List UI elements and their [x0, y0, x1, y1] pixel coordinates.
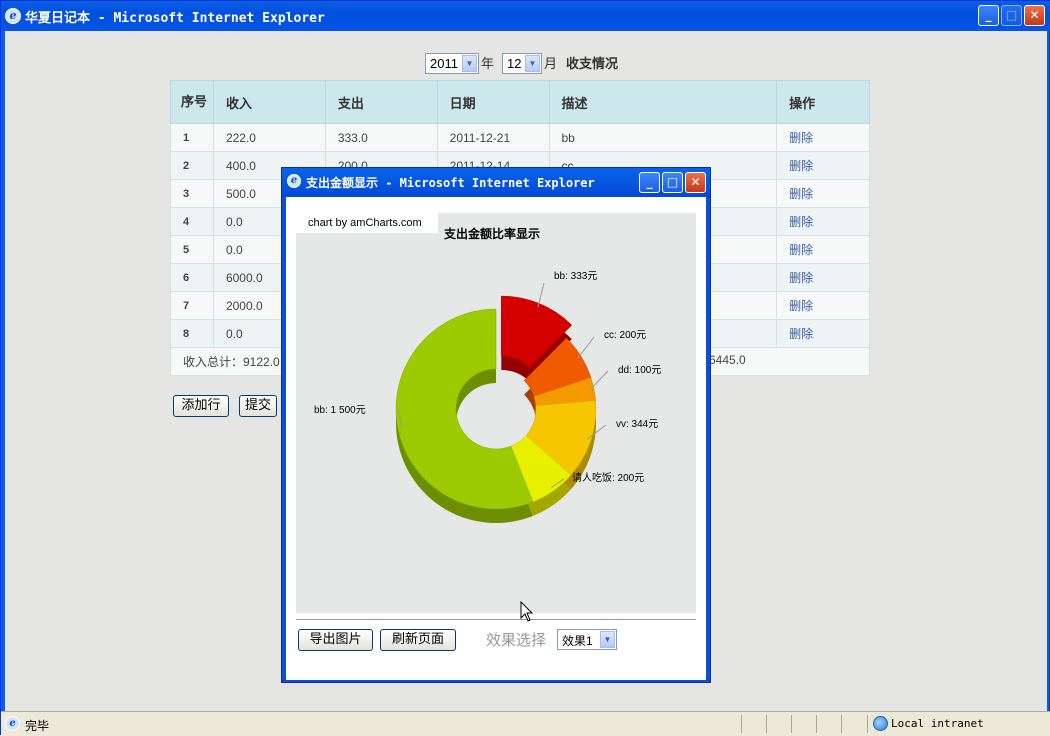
table-cell-date: 2011-12-21: [436, 123, 550, 152]
table-cell-income: 222.0: [212, 123, 326, 152]
popup-title-bar: e 支出金额显示 - Microsoft Internet Explorer _…: [282, 168, 710, 197]
submit-button[interactable]: 提交: [239, 395, 277, 417]
close-button[interactable]: ✕: [1024, 5, 1045, 26]
year-value: 2011: [430, 56, 458, 71]
status-separator: [867, 715, 868, 733]
table-cell-action: 删除: [776, 319, 870, 348]
pie-slice-label: cc: 200元: [604, 330, 646, 341]
browser-window: e 华夏日记本 - Microsoft Internet Explorer _ …: [0, 0, 1050, 736]
page-icon: e: [5, 716, 20, 731]
table-cell-action: 删除: [776, 151, 870, 180]
table-row: 1 222.0 333.0 2011-12-21 bb 删除: [170, 123, 870, 152]
table-cell-no: 8: [170, 319, 214, 348]
pie-slice-label: vv: 344元: [616, 419, 658, 430]
effect-value: 效果1: [562, 634, 593, 648]
delete-link[interactable]: 删除: [789, 299, 813, 313]
delete-link[interactable]: 删除: [789, 271, 813, 285]
popup-maximize-button[interactable]: □: [662, 172, 683, 193]
month-select[interactable]: 12 ▼: [502, 53, 542, 74]
column-header: 序号: [170, 80, 214, 124]
popup-title: 支出金额显示 - Microsoft Internet Explorer: [306, 176, 595, 190]
status-separator: [741, 715, 742, 733]
table-cell-no: 1: [170, 123, 214, 152]
table-cell-no: 3: [170, 179, 214, 208]
year-select[interactable]: 2011 ▼: [425, 53, 479, 74]
title-bar: e 华夏日记本 - Microsoft Internet Explorer _ …: [1, 1, 1050, 31]
table-cell-action: 删除: [776, 207, 870, 236]
table-cell-no: 5: [170, 235, 214, 264]
popup-body: chart by amCharts.com 支出金额比率显示 bb: 333元 c…: [286, 197, 706, 680]
table-cell-action: 删除: [776, 263, 870, 292]
effect-label: 效果选择: [486, 631, 547, 649]
popup-minimize-button[interactable]: _: [639, 172, 660, 193]
table-cell-no: 2: [170, 151, 214, 180]
status-separator: [841, 715, 842, 733]
chevron-down-icon: ▼: [462, 55, 477, 72]
pie-slice-label: bb: 333元: [554, 271, 597, 282]
divider: [296, 619, 696, 620]
delete-link[interactable]: 删除: [789, 243, 813, 257]
maximize-button[interactable]: □: [1001, 5, 1022, 26]
total-expense: 6445.0: [709, 353, 746, 367]
status-separator: [816, 715, 817, 733]
effect-select[interactable]: 效果1 ▼: [557, 629, 617, 650]
export-image-button[interactable]: 导出图片: [298, 629, 373, 651]
delete-link[interactable]: 删除: [789, 215, 813, 229]
ie-icon: e: [287, 174, 301, 188]
popup-close-button[interactable]: ✕: [685, 172, 706, 193]
add-row-button[interactable]: 添加行: [173, 395, 229, 417]
security-zone: Local intranet: [891, 717, 984, 730]
refresh-page-button[interactable]: 刷新页面: [380, 629, 456, 651]
chevron-down-icon: ▼: [600, 631, 615, 648]
delete-link[interactable]: 删除: [789, 327, 813, 341]
pie-slice-label: 请人吃饭: 200元: [572, 471, 644, 484]
mouse-cursor-icon: [520, 601, 534, 622]
column-header: 收入: [212, 80, 326, 124]
delete-link[interactable]: 删除: [789, 159, 813, 173]
column-header: 日期: [436, 80, 550, 124]
total-income: 收入总计：9122.0: [183, 355, 280, 369]
table-cell-no: 6: [170, 263, 214, 292]
donut-chart: bb: 333元 cc: 200元 dd: 100元 vv: 344元请人吃饭: 20…: [314, 271, 661, 523]
table-cell-expense: 333.0: [324, 123, 438, 152]
month-suffix: 月: [544, 57, 558, 72]
table-cell-action: 删除: [776, 291, 870, 320]
pie-slice-label: bb: 1 500元: [314, 405, 366, 416]
table-cell-desc: bb: [548, 123, 778, 152]
status-text: 完毕: [25, 719, 50, 733]
table-header-row: 序号 收入 支出 日期 描述 操作: [170, 80, 870, 124]
table-cell-action: 删除: [776, 123, 870, 152]
chart-area: chart by amCharts.com 支出金额比率显示 bb: 333元 c…: [296, 213, 696, 613]
chart-popup-window: e 支出金额显示 - Microsoft Internet Explorer _…: [281, 167, 711, 683]
year-suffix: 年: [481, 57, 495, 72]
status-separator: [791, 715, 792, 733]
table-cell-no: 7: [170, 291, 214, 320]
column-header: 描述: [548, 80, 778, 124]
pie-leader-line: [577, 336, 595, 359]
pie-leader-line: [589, 370, 609, 391]
status-bar: e 完毕 Local intranet: [1, 711, 1050, 736]
minimize-button[interactable]: _: [978, 5, 999, 26]
page-heading: 收支情况: [566, 57, 619, 72]
status-separator: [766, 715, 767, 733]
table-cell-action: 删除: [776, 235, 870, 264]
intranet-globe-icon: [873, 716, 888, 731]
month-value: 12: [507, 56, 522, 71]
table-cell-no: 4: [170, 207, 214, 236]
pie-slice-label: dd: 100元: [618, 365, 661, 376]
delete-link[interactable]: 删除: [789, 131, 813, 145]
delete-link[interactable]: 删除: [789, 187, 813, 201]
chevron-down-icon: ▼: [525, 55, 540, 72]
column-header: 支出: [324, 80, 438, 124]
window-title: 华夏日记本 - Microsoft Internet Explorer: [25, 11, 325, 26]
ie-icon: e: [5, 8, 21, 24]
pie-leader-line: [537, 282, 545, 308]
table-cell-action: 删除: [776, 179, 870, 208]
column-header: 操作: [776, 80, 870, 124]
